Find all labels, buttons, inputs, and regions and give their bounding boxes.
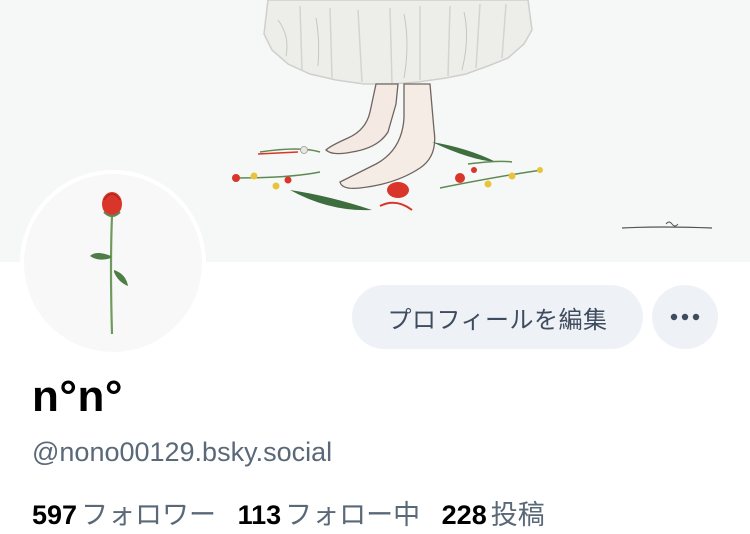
avatar[interactable] (20, 170, 206, 356)
edit-profile-button[interactable]: プロフィールを編集 (352, 285, 643, 349)
profile-handle: @nono00129.bsky.social (32, 437, 333, 467)
more-horizontal-icon (670, 313, 700, 321)
posts-stat: 228 投稿 (442, 493, 545, 532)
profile-stats: 597 フォロワー 113 フォロー中 228 投稿 (32, 493, 559, 532)
more-options-button[interactable] (652, 285, 718, 349)
followers-count: 597 (32, 500, 78, 530)
following-count: 113 (237, 500, 282, 530)
rose-illustration (90, 192, 128, 335)
followers-label: フォロワー (81, 500, 217, 530)
following-label: フォロー中 (285, 500, 421, 530)
posts-count: 228 (441, 500, 487, 530)
following-link[interactable]: 113 フォロー中 (238, 493, 421, 532)
posts-label: 投稿 (490, 500, 545, 530)
followers-link[interactable]: 597 フォロワー (32, 493, 216, 532)
display-name: n°n° (32, 372, 123, 421)
